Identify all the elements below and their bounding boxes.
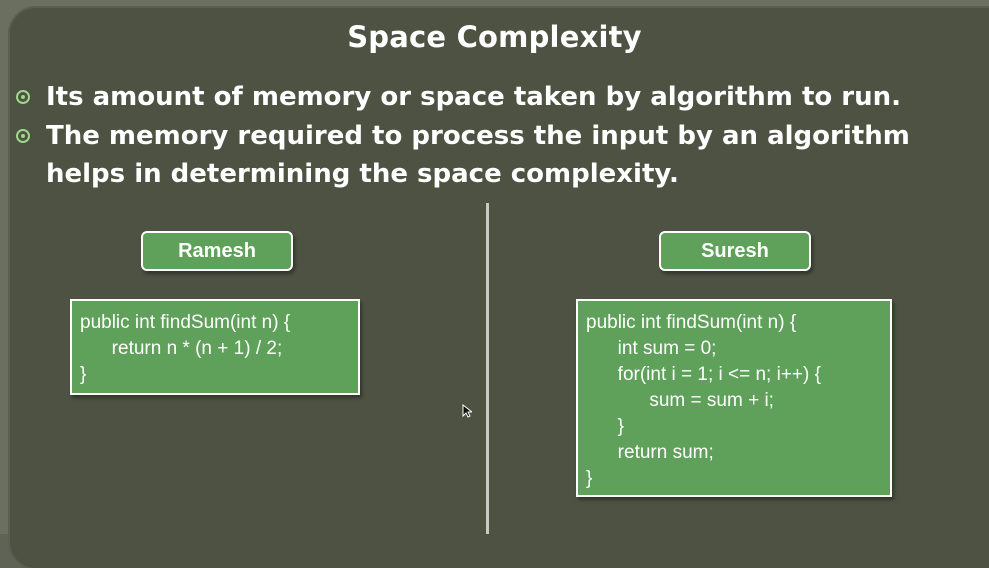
bullet-circle-icon — [16, 129, 30, 143]
bullet-text: The memory required to process the input… — [46, 121, 910, 189]
slide-title: Space Complexity — [347, 20, 642, 54]
bullet-circle-icon — [16, 90, 30, 104]
bullet-item: The memory required to process the input… — [16, 117, 976, 193]
code-line: public int findSum(int n) { — [80, 312, 291, 333]
code-line: return n * (n + 1) / 2; — [80, 338, 283, 359]
code-line: } — [80, 364, 87, 385]
vertical-divider — [486, 203, 489, 534]
suresh-label: Suresh — [659, 231, 811, 271]
code-line: int sum = 0; — [586, 338, 717, 359]
ramesh-label: Ramesh — [141, 231, 293, 271]
code-line: return sum; — [586, 442, 714, 463]
bullet-item: Its amount of memory or space taken by a… — [16, 78, 976, 116]
suresh-code-block: public int findSum(int n) { int sum = 0;… — [576, 299, 892, 497]
screen: Space Complexity Its amount of memory or… — [0, 0, 989, 568]
code-line: for(int i = 1; i <= n; i++) { — [586, 364, 821, 385]
ramesh-code-block: public int findSum(int n) { return n * (… — [70, 299, 360, 395]
code-line: sum = sum + i; — [586, 390, 774, 411]
code-line: } — [586, 468, 593, 489]
bullet-text: Its amount of memory or space taken by a… — [46, 82, 902, 112]
code-line: public int findSum(int n) { — [586, 312, 797, 333]
code-line: } — [586, 416, 625, 437]
